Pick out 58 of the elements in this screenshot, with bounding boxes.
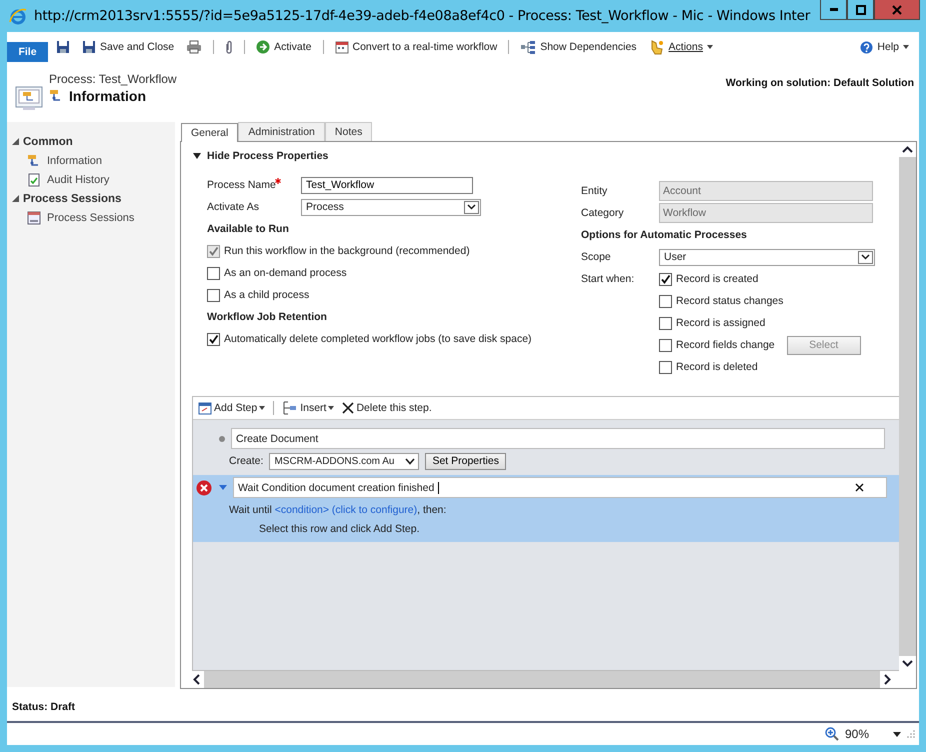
scope-dropdown[interactable]: User	[659, 248, 875, 266]
group-heading: Available to Run	[207, 223, 289, 235]
save-close-button[interactable]: Save and Close	[78, 40, 178, 54]
actions-button[interactable]: Actions	[644, 39, 717, 55]
tab[interactable]: Notes	[324, 122, 372, 141]
condition-text: Wait until <condition> (click to configure), then:	[229, 504, 446, 516]
nav-item[interactable]: Information	[7, 151, 175, 170]
hint-text: Select this row and click Add Step.	[259, 523, 420, 535]
add-step-button[interactable]: Add Step	[195, 402, 268, 414]
section-header[interactable]: Hide Process Properties	[207, 150, 328, 162]
field-label: Create:	[229, 455, 264, 467]
category-field: Workflow	[659, 203, 873, 223]
tab[interactable]: Administration	[238, 122, 325, 141]
checkbox-label: Record fields change	[676, 339, 775, 351]
delete-step-button[interactable]: Delete this step.	[339, 402, 435, 414]
checkbox-label: As a child process	[224, 289, 310, 301]
window-title: http://crm2013srv1:5555/?id=5e9a5125-17df-4e39-adeb-f4e08a8ef4c0 - Process: Test_Workflow - Mic - Windows Inter	[34, 8, 810, 24]
nav-item[interactable]: Process Sessions	[7, 208, 175, 227]
file-tab[interactable]: File	[7, 42, 48, 62]
activate-button[interactable]: Activate	[252, 40, 316, 54]
checkbox-label: Record is deleted	[676, 361, 758, 373]
help-button[interactable]: Help	[856, 40, 913, 54]
workflow-step[interactable]: Create Document Create: MSCRM-ADDONS.com Au Set Properties	[193, 426, 899, 475]
checkbox-label: As an on-demand process	[224, 267, 347, 279]
nav-group-label[interactable]: Common	[23, 136, 73, 148]
checkbox-label: Run this workflow in the background (recommended)	[224, 245, 470, 257]
step-description-field[interactable]: Wait Condition document creation finished	[233, 477, 887, 498]
field-label: Process Name	[207, 179, 275, 191]
record-type-label: Process: Test_Workflow	[49, 72, 177, 86]
group-heading: Options for Automatic Processes	[581, 229, 747, 241]
step-description-field[interactable]: Create Document	[231, 428, 885, 449]
process-name-field[interactable]: Test_Workflow	[301, 176, 473, 194]
status-text: Status: Draft	[12, 701, 76, 713]
checkbox-label: Automatically delete completed workflow jobs (to save disk space)	[224, 333, 532, 345]
nav-group-label[interactable]: Process Sessions	[23, 192, 122, 204]
field-label: Scope	[581, 251, 612, 263]
condition-link[interactable]: <condition> (click to configure)	[274, 504, 418, 516]
set-properties-button[interactable]: Set Properties	[425, 452, 506, 470]
field-label: Category	[581, 207, 625, 219]
checkbox-label: Record is assigned	[676, 317, 766, 329]
field-label: Entity	[581, 185, 608, 197]
nav-item[interactable]: Audit History	[7, 170, 175, 189]
form-title: Information	[69, 88, 146, 104]
checkbox-label: Record status changes	[676, 295, 784, 307]
workflow-step[interactable]: Wait Condition document creation finished Wait until <condition> (click to configure), then: Select this row and click Add Step.	[193, 475, 899, 542]
solution-label: Working on solution: Default Solution	[726, 77, 914, 89]
field-label: Activate As	[207, 201, 260, 213]
dependencies-button[interactable]: Show Dependencies	[516, 40, 641, 54]
insert-button[interactable]: Insert	[279, 401, 338, 415]
entity-dropdown[interactable]: MSCRM-ADDONS.com Au	[269, 452, 420, 470]
convert-button[interactable]: Convert to a real-time workflow	[330, 40, 502, 54]
group-heading: Workflow Job Retention	[207, 311, 327, 323]
activate-as-dropdown[interactable]: Process	[301, 198, 481, 216]
tab[interactable]: General	[181, 123, 238, 142]
zoom-level[interactable]: 90%	[844, 727, 869, 741]
checkbox-label: Record is created	[676, 273, 758, 285]
entity-field: Account	[659, 181, 873, 201]
field-label: Start when:	[581, 272, 636, 287]
